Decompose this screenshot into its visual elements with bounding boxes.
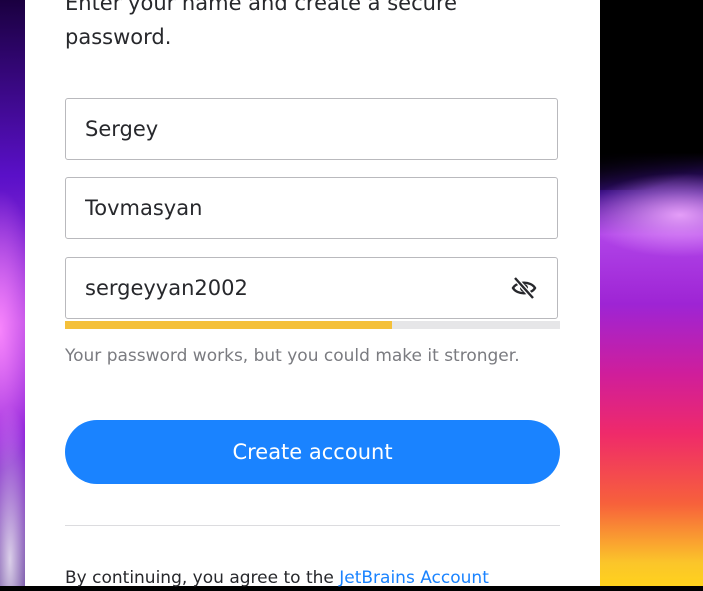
first-name-field xyxy=(65,98,558,160)
background-gradient-left xyxy=(0,0,25,586)
password-strength-fill xyxy=(65,321,392,329)
eye-slash-icon[interactable] xyxy=(511,276,537,300)
divider xyxy=(65,525,560,526)
password-strength-meter xyxy=(65,321,560,329)
intro-text: Enter your name and create a secure pass… xyxy=(65,0,458,49)
legal-prefix: By continuing, you agree to the xyxy=(65,568,340,588)
password-field xyxy=(65,257,558,319)
jetbrains-account-link[interactable]: JetBrains Account xyxy=(339,568,489,588)
last-name-field xyxy=(65,177,558,239)
first-name-input[interactable] xyxy=(85,99,485,159)
password-strength-hint: Your password works, but you could make … xyxy=(65,346,520,366)
create-account-button[interactable]: Create account xyxy=(65,420,560,484)
last-name-input[interactable] xyxy=(85,178,485,238)
password-input[interactable] xyxy=(85,258,485,318)
background-gradient-right xyxy=(600,0,703,586)
legal-text: By continuing, you agree to the JetBrain… xyxy=(65,565,565,591)
